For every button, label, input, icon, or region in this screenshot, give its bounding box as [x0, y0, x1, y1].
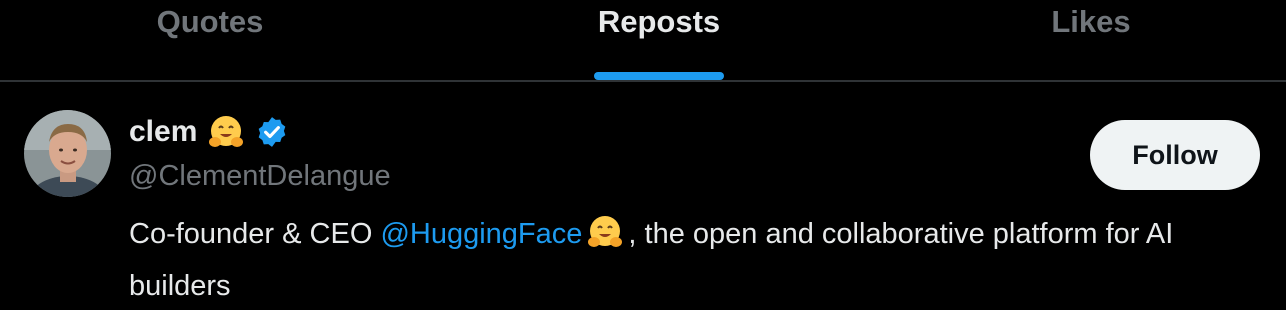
user-cell[interactable]: clem @ClementDelangue Follow Co-founder … [0, 82, 1286, 310]
user-handle[interactable]: @ClementDelangue [129, 160, 391, 193]
profile-tabs: Quotes Reposts Likes [0, 0, 1286, 82]
tab-likes-label: Likes [1051, 4, 1131, 39]
tab-likes[interactable]: Likes [941, 0, 1241, 80]
avatar[interactable] [24, 110, 111, 197]
tab-reposts-label: Reposts [597, 4, 721, 39]
bio-prefix: Co-founder & CEO [129, 218, 381, 250]
active-tab-indicator [594, 72, 724, 80]
tab-quotes-label: Quotes [156, 4, 264, 39]
bio-mention-link[interactable]: @HuggingFace [380, 218, 582, 250]
avatar-image [24, 110, 111, 197]
follow-button[interactable]: Follow [1090, 120, 1260, 190]
name-row: clem [129, 112, 289, 152]
display-name[interactable]: clem [129, 115, 197, 149]
verified-badge-icon[interactable] [255, 115, 289, 149]
user-bio: Co-founder & CEO @HuggingFace , the open… [129, 212, 1259, 308]
tab-quotes[interactable]: Quotes [60, 0, 360, 80]
hugging-face-emoji-icon [586, 213, 624, 264]
tab-reposts[interactable]: Reposts [509, 0, 809, 80]
hugging-face-emoji-icon [209, 116, 244, 147]
